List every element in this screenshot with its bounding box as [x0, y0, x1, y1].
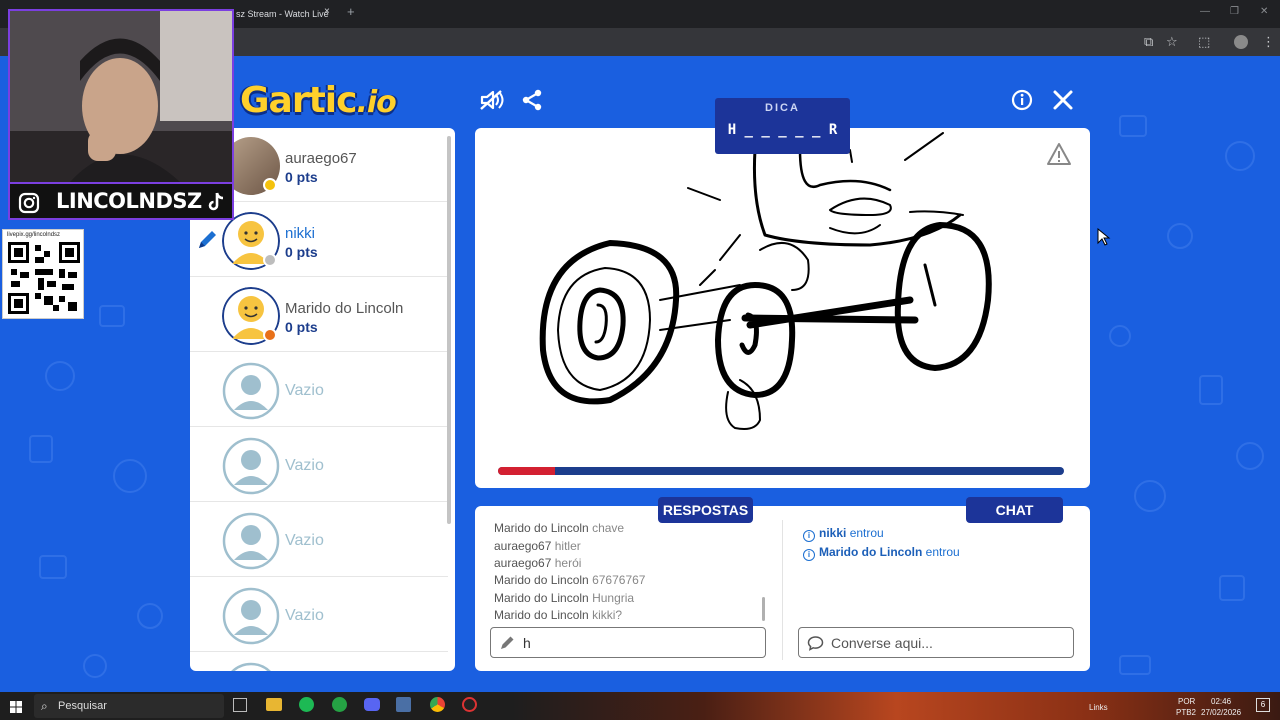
drawing-strokes: [539, 132, 992, 430]
status-dot: [263, 328, 277, 342]
empty-slot-label: Vazio: [285, 532, 324, 549]
tab-respostas[interactable]: RESPOSTAS: [658, 497, 753, 523]
windows-start-icon[interactable]: [10, 700, 22, 718]
empty-slot: Vazio: [190, 428, 448, 502]
player-name: auraego67: [285, 150, 357, 167]
empty-slot-label: Vazio: [285, 457, 324, 474]
language-indicator[interactable]: POR: [1178, 697, 1195, 706]
empty-slot: Vazio: [190, 503, 448, 577]
social-handle-bar: LINCOLNDSZ: [8, 184, 234, 220]
close-game-icon[interactable]: [1049, 86, 1077, 114]
app-icon[interactable]: [396, 697, 411, 712]
discord-icon[interactable]: [364, 698, 380, 711]
report-warning-icon[interactable]: [1046, 142, 1072, 171]
answer-input[interactable]: [523, 634, 743, 652]
clock-time[interactable]: 02:46: [1211, 697, 1231, 706]
round-timer-bar: [498, 467, 1064, 475]
chat-input-box[interactable]: [798, 627, 1074, 658]
tiktok-icon: [208, 192, 224, 211]
empty-slot-label: Vazio: [285, 607, 324, 624]
info-icon: i: [803, 530, 815, 542]
info-icon: i: [803, 549, 815, 561]
drawing-canvas[interactable]: [475, 128, 1090, 488]
empty-avatar-icon: [222, 587, 280, 645]
round-timer-fill: [498, 467, 555, 475]
hint-box: DICA H _ _ _ _ _ R: [715, 98, 850, 154]
instagram-icon: [18, 192, 40, 214]
answer-line: Marido do Lincoln 67676767: [494, 573, 646, 587]
answer-line: Marido do Lincoln chave: [494, 521, 625, 535]
share-icon[interactable]: [518, 86, 546, 114]
player-points: 0 pts: [285, 244, 318, 260]
mute-sound-icon[interactable]: [478, 86, 506, 114]
spotify-icon[interactable]: [299, 697, 314, 712]
status-dot: [263, 253, 277, 267]
answers-scrollbar[interactable]: [762, 597, 765, 621]
minimize-icon[interactable]: —: [1200, 6, 1210, 17]
window-close-icon[interactable]: ✕: [1260, 6, 1268, 17]
empty-avatar-icon: [222, 437, 280, 495]
player-points: 0 pts: [285, 169, 318, 185]
player-points: 0 pts: [285, 319, 318, 335]
links-label[interactable]: Links: [1089, 703, 1108, 712]
answer-line: Marido do Lincoln Hungria: [494, 591, 635, 605]
gartic-logo: Gartic.io: [240, 80, 397, 121]
chrome-icon[interactable]: [430, 697, 445, 712]
task-view-icon[interactable]: [233, 698, 247, 712]
empty-avatar-icon: [222, 662, 280, 671]
answer-line: auraego67 herói: [494, 556, 582, 570]
chat-bubble-icon: [807, 636, 824, 651]
browser-menu-icon[interactable]: ⋮: [1262, 34, 1275, 50]
empty-slot: Vazio: [190, 578, 448, 652]
hint-label: DICA: [765, 102, 800, 114]
hint-word: H _ _ _ _ _ R: [727, 122, 838, 138]
status-dot: [263, 178, 277, 192]
empty-avatar-icon: [222, 512, 280, 570]
clock-date[interactable]: 27/02/2026: [1201, 708, 1241, 717]
maximize-icon[interactable]: ❐: [1230, 6, 1239, 17]
cast-icon[interactable]: ⧉: [1144, 34, 1153, 50]
answer-line: Marido do Lincoln kikki?: [494, 608, 623, 622]
answer-input-box[interactable]: [490, 627, 766, 658]
tab-chat[interactable]: CHAT: [966, 497, 1063, 523]
answer-line: auraego67 hitler: [494, 539, 581, 553]
qr-code-image: [8, 242, 80, 314]
extensions-icon[interactable]: ⬚: [1198, 34, 1210, 50]
chat-input[interactable]: [831, 634, 1051, 652]
player-name: Marido do Lincoln: [285, 300, 404, 317]
chat-line: i nikki entrou: [803, 526, 884, 542]
empty-slot-label: Vazio: [285, 382, 324, 399]
obs-icon[interactable]: [462, 697, 477, 712]
qr-code: livepix.gg/lincolndsz: [2, 229, 84, 319]
streamer-handle: LINCOLNDSZ: [56, 189, 202, 213]
panel-divider: [782, 520, 783, 660]
bookmark-star-icon[interactable]: ☆: [1166, 34, 1178, 50]
qr-url: livepix.gg/lincolndsz: [7, 232, 61, 238]
info-icon[interactable]: [1008, 86, 1036, 114]
tab-close-icon[interactable]: ×: [324, 6, 330, 17]
player-row: Marido do Lincoln 0 pts: [190, 278, 448, 352]
webcam-overlay: [8, 9, 234, 184]
chat-line: i Marido do Lincoln entrou: [803, 545, 960, 561]
pencil-icon: [196, 229, 218, 256]
empty-slot: [190, 653, 448, 671]
whatsapp-icon[interactable]: [332, 697, 347, 712]
empty-slot: Vazio: [190, 353, 448, 427]
profile-avatar[interactable]: [1234, 35, 1248, 49]
pencil-icon: [501, 636, 514, 649]
file-explorer-icon[interactable]: [266, 698, 282, 711]
notification-badge[interactable]: 6: [1256, 698, 1270, 712]
empty-avatar-icon: [222, 362, 280, 420]
new-tab-icon[interactable]: +: [347, 4, 355, 19]
taskbar-search[interactable]: ⌕ Pesquisar: [34, 694, 224, 718]
keyboard-layout[interactable]: PTB2: [1176, 708, 1196, 717]
mouse-cursor-icon: [1097, 227, 1111, 251]
player-name: nikki: [285, 225, 316, 242]
player-list-scrollbar[interactable]: [447, 136, 451, 524]
search-icon: ⌕: [41, 699, 48, 713]
